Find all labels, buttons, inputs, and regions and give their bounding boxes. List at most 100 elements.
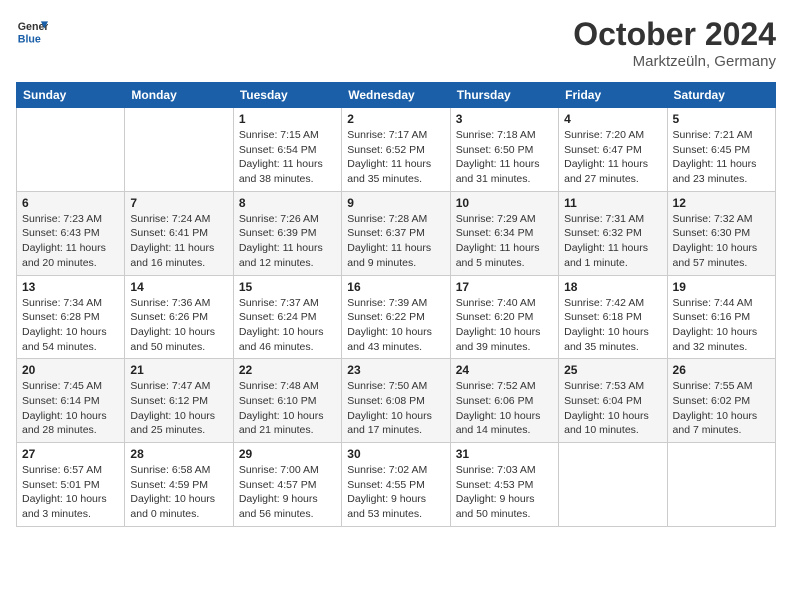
- calendar-cell: [125, 108, 233, 192]
- weekday-header-sunday: Sunday: [17, 83, 125, 108]
- day-number: 17: [456, 280, 553, 294]
- day-info: Sunrise: 7:37 AM Sunset: 6:24 PM Dayligh…: [239, 296, 336, 355]
- day-number: 23: [347, 363, 444, 377]
- calendar-cell: 25 Sunrise: 7:53 AM Sunset: 6:04 PM Dayli…: [559, 359, 667, 443]
- logo: General Blue: [16, 16, 48, 48]
- day-info: Sunrise: 7:23 AM Sunset: 6:43 PM Dayligh…: [22, 212, 119, 271]
- day-info: Sunrise: 7:34 AM Sunset: 6:28 PM Dayligh…: [22, 296, 119, 355]
- day-info: Sunrise: 7:52 AM Sunset: 6:06 PM Dayligh…: [456, 379, 553, 438]
- weekday-header-wednesday: Wednesday: [342, 83, 450, 108]
- calendar-cell: 14Sunrise: 7:36 AM Sunset: 6:26 PM Dayli…: [125, 275, 233, 359]
- day-number: 28: [130, 447, 227, 461]
- day-info: Sunrise: 7:44 AM Sunset: 6:16 PM Dayligh…: [673, 296, 770, 355]
- weekday-header-saturday: Saturday: [667, 83, 775, 108]
- calendar-cell: 13 Sunrise: 7:34 AM Sunset: 6:28 PM Dayli…: [17, 275, 125, 359]
- day-info: Sunrise: 7:42 AM Sunset: 6:18 PM Dayligh…: [564, 296, 661, 355]
- day-info: Sunrise: 7:03 AM Sunset: 4:53 PM Dayligh…: [456, 463, 553, 522]
- calendar-week-row: 6 Sunrise: 7:23 AM Sunset: 6:43 PM Daylig…: [17, 191, 776, 275]
- calendar-cell: 9Sunrise: 7:28 AM Sunset: 6:37 PM Daylig…: [342, 191, 450, 275]
- logo-icon: General Blue: [16, 16, 48, 48]
- calendar-cell: 31 Sunrise: 7:03 AM Sunset: 4:53 PM Dayli…: [450, 443, 558, 527]
- calendar-cell: 20Sunrise: 7:45 AM Sunset: 6:14 PM Dayli…: [17, 359, 125, 443]
- calendar-week-row: 13 Sunrise: 7:34 AM Sunset: 6:28 PM Dayli…: [17, 275, 776, 359]
- calendar-cell: 8 Sunrise: 7:26 AM Sunset: 6:39 PM Daylig…: [233, 191, 341, 275]
- calendar-cell: 29Sunrise: 7:00 AM Sunset: 4:57 PM Dayli…: [233, 443, 341, 527]
- day-number: 15: [239, 280, 336, 294]
- calendar-cell: [667, 443, 775, 527]
- calendar-cell: 2Sunrise: 7:17 AM Sunset: 6:52 PM Daylig…: [342, 108, 450, 192]
- day-number: 3: [456, 112, 553, 126]
- day-number: 2: [347, 112, 444, 126]
- page-header: General Blue October 2024 Marktzeüln, Ge…: [16, 16, 776, 70]
- calendar-cell: 5 Sunrise: 7:21 AM Sunset: 6:45 PM Daylig…: [667, 108, 775, 192]
- day-number: 6: [22, 196, 119, 210]
- day-number: 11: [564, 196, 661, 210]
- day-info: Sunrise: 7:18 AM Sunset: 6:50 PM Dayligh…: [456, 128, 553, 187]
- day-number: 21: [130, 363, 227, 377]
- calendar-cell: 26Sunrise: 7:55 AM Sunset: 6:02 PM Dayli…: [667, 359, 775, 443]
- day-number: 18: [564, 280, 661, 294]
- day-number: 31: [456, 447, 553, 461]
- day-info: Sunrise: 7:21 AM Sunset: 6:45 PM Dayligh…: [673, 128, 770, 187]
- day-number: 22: [239, 363, 336, 377]
- weekday-header-thursday: Thursday: [450, 83, 558, 108]
- calendar-cell: 19 Sunrise: 7:44 AM Sunset: 6:16 PM Dayli…: [667, 275, 775, 359]
- day-info: Sunrise: 7:29 AM Sunset: 6:34 PM Dayligh…: [456, 212, 553, 271]
- calendar-cell: 30 Sunrise: 7:02 AM Sunset: 4:55 PM Dayli…: [342, 443, 450, 527]
- day-number: 14: [130, 280, 227, 294]
- day-number: 5: [673, 112, 770, 126]
- calendar-cell: 27 Sunrise: 6:57 AM Sunset: 5:01 PM Dayli…: [17, 443, 125, 527]
- svg-text:Blue: Blue: [18, 34, 41, 46]
- day-info: Sunrise: 7:53 AM Sunset: 6:04 PM Dayligh…: [564, 379, 661, 438]
- day-info: Sunrise: 7:20 AM Sunset: 6:47 PM Dayligh…: [564, 128, 661, 187]
- calendar-cell: 17Sunrise: 7:40 AM Sunset: 6:20 PM Dayli…: [450, 275, 558, 359]
- calendar-cell: 12Sunrise: 7:32 AM Sunset: 6:30 PM Dayli…: [667, 191, 775, 275]
- calendar-cell: 4Sunrise: 7:20 AM Sunset: 6:47 PM Daylig…: [559, 108, 667, 192]
- day-info: Sunrise: 7:31 AM Sunset: 6:32 PM Dayligh…: [564, 212, 661, 271]
- day-info: Sunrise: 7:26 AM Sunset: 6:39 PM Dayligh…: [239, 212, 336, 271]
- day-number: 30: [347, 447, 444, 461]
- title-block: October 2024 Marktzeüln, Germany: [573, 16, 776, 70]
- day-info: Sunrise: 7:24 AM Sunset: 6:41 PM Dayligh…: [130, 212, 227, 271]
- day-info: Sunrise: 7:47 AM Sunset: 6:12 PM Dayligh…: [130, 379, 227, 438]
- calendar-cell: 23 Sunrise: 7:50 AM Sunset: 6:08 PM Dayli…: [342, 359, 450, 443]
- day-info: Sunrise: 7:00 AM Sunset: 4:57 PM Dayligh…: [239, 463, 336, 522]
- day-info: Sunrise: 7:32 AM Sunset: 6:30 PM Dayligh…: [673, 212, 770, 271]
- day-info: Sunrise: 7:15 AM Sunset: 6:54 PM Dayligh…: [239, 128, 336, 187]
- calendar-cell: [559, 443, 667, 527]
- day-number: 25: [564, 363, 661, 377]
- weekday-header-monday: Monday: [125, 83, 233, 108]
- day-number: 26: [673, 363, 770, 377]
- day-info: Sunrise: 6:58 AM Sunset: 4:59 PM Dayligh…: [130, 463, 227, 522]
- day-info: Sunrise: 7:50 AM Sunset: 6:08 PM Dayligh…: [347, 379, 444, 438]
- weekday-header-friday: Friday: [559, 83, 667, 108]
- day-number: 8: [239, 196, 336, 210]
- day-number: 19: [673, 280, 770, 294]
- calendar-cell: 10 Sunrise: 7:29 AM Sunset: 6:34 PM Dayli…: [450, 191, 558, 275]
- day-number: 16: [347, 280, 444, 294]
- day-number: 27: [22, 447, 119, 461]
- day-number: 7: [130, 196, 227, 210]
- calendar-cell: 15 Sunrise: 7:37 AM Sunset: 6:24 PM Dayli…: [233, 275, 341, 359]
- calendar-header-row: SundayMondayTuesdayWednesdayThursdayFrid…: [17, 83, 776, 108]
- calendar-cell: 22 Sunrise: 7:48 AM Sunset: 6:10 PM Dayli…: [233, 359, 341, 443]
- day-info: Sunrise: 7:28 AM Sunset: 6:37 PM Dayligh…: [347, 212, 444, 271]
- day-number: 10: [456, 196, 553, 210]
- calendar-cell: [17, 108, 125, 192]
- day-info: Sunrise: 7:02 AM Sunset: 4:55 PM Dayligh…: [347, 463, 444, 522]
- calendar-cell: 1Sunrise: 7:15 AM Sunset: 6:54 PM Daylig…: [233, 108, 341, 192]
- calendar-week-row: 27 Sunrise: 6:57 AM Sunset: 5:01 PM Dayli…: [17, 443, 776, 527]
- calendar-cell: 21 Sunrise: 7:47 AM Sunset: 6:12 PM Dayli…: [125, 359, 233, 443]
- calendar-cell: 16 Sunrise: 7:39 AM Sunset: 6:22 PM Dayli…: [342, 275, 450, 359]
- day-info: Sunrise: 6:57 AM Sunset: 5:01 PM Dayligh…: [22, 463, 119, 522]
- day-info: Sunrise: 7:48 AM Sunset: 6:10 PM Dayligh…: [239, 379, 336, 438]
- calendar-week-row: 20Sunrise: 7:45 AM Sunset: 6:14 PM Dayli…: [17, 359, 776, 443]
- calendar-cell: 18 Sunrise: 7:42 AM Sunset: 6:18 PM Dayli…: [559, 275, 667, 359]
- calendar-cell: 24 Sunrise: 7:52 AM Sunset: 6:06 PM Dayli…: [450, 359, 558, 443]
- day-number: 13: [22, 280, 119, 294]
- day-info: Sunrise: 7:39 AM Sunset: 6:22 PM Dayligh…: [347, 296, 444, 355]
- calendar-cell: 3 Sunrise: 7:18 AM Sunset: 6:50 PM Daylig…: [450, 108, 558, 192]
- day-number: 24: [456, 363, 553, 377]
- month-year: October 2024: [573, 16, 776, 53]
- calendar-table: SundayMondayTuesdayWednesdayThursdayFrid…: [16, 82, 776, 527]
